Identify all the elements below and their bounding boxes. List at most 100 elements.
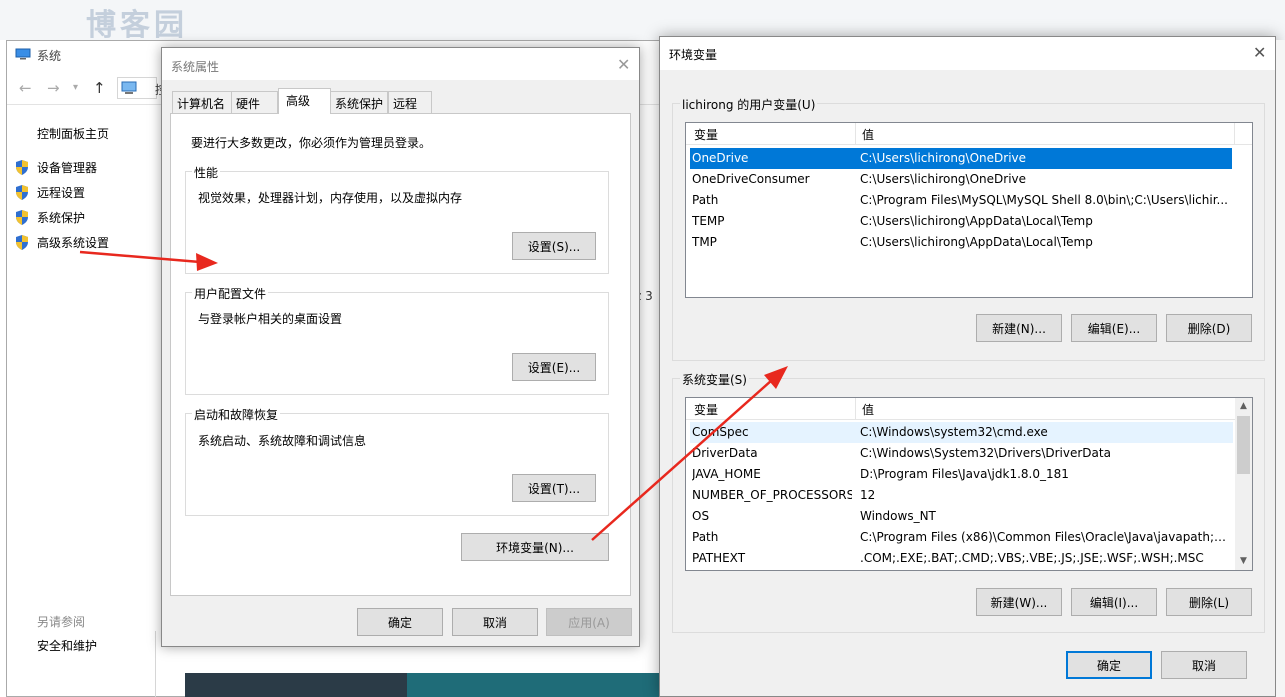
cancel-button[interactable]: 取消 <box>1161 651 1247 679</box>
performance-settings-button[interactable]: 设置(S)... <box>512 232 596 260</box>
variable-value: C:\Program Files\MySQL\MySQL Shell 8.0\b… <box>860 193 1228 207</box>
variable-value: C:\Users\lichirong\OneDrive <box>860 151 1027 165</box>
close-icon[interactable]: ✕ <box>1253 43 1266 62</box>
startup-recovery-settings-button[interactable]: 设置(T)... <box>512 474 596 502</box>
table-row[interactable]: OneDriveConsumer C:\Users\lichirong\OneD… <box>690 169 1232 190</box>
tab-computer-name[interactable]: 计算机名 <box>172 91 232 113</box>
user-variables-label: lichirong 的用户变量(U) <box>680 96 818 113</box>
column-separator[interactable] <box>1234 123 1235 145</box>
dialog-titlebar <box>660 37 1275 70</box>
system-delete-button[interactable]: 删除(L) <box>1166 588 1252 616</box>
startup-recovery-description: 系统启动、系统故障和调试信息 <box>198 434 367 448</box>
chevron-down-icon[interactable]: ▾ <box>73 82 78 93</box>
address-bar[interactable] <box>117 77 157 99</box>
column-header-value[interactable]: 值 <box>862 401 874 418</box>
sidebar-item-device-manager[interactable]: 设备管理器 <box>15 157 97 177</box>
table-row[interactable]: Path C:\Program Files\MySQL\MySQL Shell … <box>690 190 1232 211</box>
back-arrow-icon[interactable]: ← <box>19 79 32 97</box>
column-header-name[interactable]: 变量 <box>694 401 718 418</box>
variable-value: C:\Users\lichirong\AppData\Local\Temp <box>860 235 1093 249</box>
environment-variables-button[interactable]: 环境变量(N)... <box>461 533 609 561</box>
table-row[interactable]: OS Windows_NT <box>690 506 1233 527</box>
variable-value: C:\Program Files (x86)\Common Files\Orac… <box>860 530 1230 544</box>
user-variables-list[interactable]: 变量 值 OneDrive C:\Users\lichirong\OneDriv… <box>685 122 1253 298</box>
variable-value: C:\Windows\system32\cmd.exe <box>860 425 1048 439</box>
scroll-down-icon[interactable]: ▼ <box>1235 553 1252 570</box>
system-new-button[interactable]: 新建(W)... <box>976 588 1062 616</box>
sidebar-item-system-protection[interactable]: 系统保护 <box>15 207 85 227</box>
ok-button[interactable]: 确定 <box>1066 651 1152 679</box>
variable-name: OneDrive <box>692 151 749 165</box>
user-delete-button[interactable]: 删除(D) <box>1166 314 1252 342</box>
uac-shield-icon <box>16 184 28 200</box>
variable-name: TEMP <box>692 214 725 228</box>
security-maintenance-link[interactable]: 安全和维护 <box>37 637 97 654</box>
user-new-button[interactable]: 新建(N)... <box>976 314 1062 342</box>
variable-name: Path <box>692 193 719 207</box>
list-header: 变量 值 <box>686 398 1252 420</box>
ok-button[interactable]: 确定 <box>357 608 443 636</box>
column-header-value[interactable]: 值 <box>862 126 874 143</box>
vertical-scrollbar[interactable]: ▲ ▼ <box>1235 398 1252 570</box>
table-row[interactable]: OneDrive C:\Users\lichirong\OneDrive <box>690 148 1232 169</box>
performance-label: 性能 <box>192 164 221 181</box>
computer-icon <box>121 81 137 94</box>
sidebar-item-label: 远程设置 <box>37 185 86 200</box>
table-row[interactable]: TMP C:\Users\lichirong\AppData\Local\Tem… <box>690 232 1232 253</box>
user-profiles-description: 与登录帐户相关的桌面设置 <box>198 312 343 326</box>
close-icon[interactable]: ✕ <box>617 55 630 74</box>
admin-notice: 要进行大多数更改，你必须作为管理员登录。 <box>191 136 432 150</box>
up-arrow-icon[interactable]: ↑ <box>93 79 106 97</box>
cancel-button[interactable]: 取消 <box>452 608 538 636</box>
user-profiles-label: 用户配置文件 <box>192 285 269 302</box>
uac-shield-icon <box>16 159 28 175</box>
variable-value: 12 <box>860 488 876 502</box>
system-window-title: 系统 <box>37 49 62 63</box>
system-edit-button[interactable]: 编辑(I)... <box>1071 588 1157 616</box>
variable-name: Path <box>692 530 719 544</box>
control-panel-home-link[interactable]: 控制面板主页 <box>37 125 109 142</box>
tab-system-protection[interactable]: 系统保护 <box>330 91 388 113</box>
table-row[interactable]: PATHEXT .COM;.EXE;.BAT;.CMD;.VBS;.VBE;.J… <box>690 548 1233 569</box>
sidebar-item-label: 系统保护 <box>37 210 86 225</box>
tab-remote[interactable]: 远程 <box>388 91 432 113</box>
column-header-name[interactable]: 变量 <box>694 126 718 143</box>
variable-name: NUMBER_OF_PROCESSORS <box>692 488 852 502</box>
table-row[interactable]: TEMP C:\Users\lichirong\AppData\Local\Te… <box>690 211 1232 232</box>
sidebar-item-label: 高级系统设置 <box>37 235 110 250</box>
dialog-title: 系统属性 <box>171 60 220 74</box>
background-content-strip <box>407 673 677 697</box>
variable-value: Windows_NT <box>860 509 936 523</box>
forward-arrow-icon[interactable]: → <box>47 79 60 97</box>
scrollbar-thumb[interactable] <box>1237 416 1250 474</box>
apply-button[interactable]: 应用(A) <box>546 608 632 636</box>
system-variables-list[interactable]: 变量 值 ComSpec C:\Windows\system32\cmd.exe… <box>685 397 1253 571</box>
user-profiles-settings-button[interactable]: 设置(E)... <box>512 353 596 381</box>
table-row[interactable]: Path C:\Program Files (x86)\Common Files… <box>690 527 1233 548</box>
variable-value: C:\Windows\System32\Drivers\DriverData <box>860 446 1111 460</box>
background-window-edge <box>1276 40 1285 697</box>
scroll-up-icon[interactable]: ▲ <box>1235 398 1252 415</box>
table-row[interactable]: NUMBER_OF_PROCESSORS 12 <box>690 485 1233 506</box>
variable-name: OneDriveConsumer <box>692 172 810 186</box>
monitor-icon <box>15 48 31 60</box>
tab-advanced[interactable]: 高级 <box>278 88 331 114</box>
top-banner <box>0 0 1285 40</box>
sidebar-item-advanced-settings[interactable]: 高级系统设置 <box>15 232 109 252</box>
column-separator[interactable] <box>855 398 856 420</box>
sidebar-item-remote-settings[interactable]: 远程设置 <box>15 182 85 202</box>
variable-name: OS <box>692 509 710 523</box>
user-edit-button[interactable]: 编辑(E)... <box>1071 314 1157 342</box>
uac-shield-icon <box>16 209 28 225</box>
table-row[interactable]: ComSpec C:\Windows\system32\cmd.exe <box>690 422 1233 443</box>
startup-recovery-label: 启动和故障恢复 <box>192 406 281 423</box>
list-header: 变量 值 <box>686 123 1252 145</box>
uac-shield-icon <box>16 234 28 250</box>
column-separator[interactable] <box>855 123 856 145</box>
variable-value: C:\Users\lichirong\AppData\Local\Temp <box>860 214 1093 228</box>
variable-value: C:\Users\lichirong\OneDrive <box>860 172 1027 186</box>
tab-hardware[interactable]: 硬件 <box>231 91 278 113</box>
system-variables-label: 系统变量(S) <box>680 371 749 388</box>
table-row[interactable]: JAVA_HOME D:\Program Files\Java\jdk1.8.0… <box>690 464 1233 485</box>
table-row[interactable]: DriverData C:\Windows\System32\Drivers\D… <box>690 443 1233 464</box>
